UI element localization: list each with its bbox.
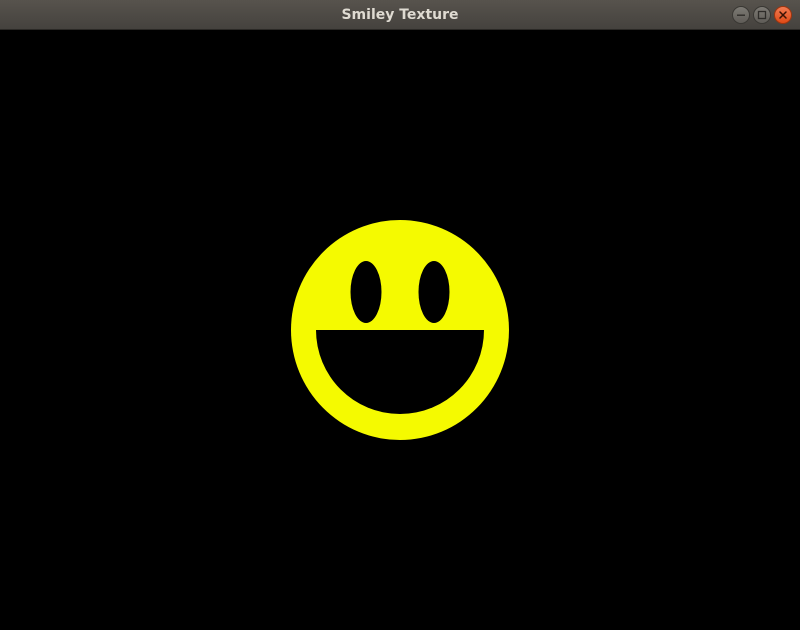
minimize-icon (737, 14, 745, 16)
title-bar[interactable]: Smiley Texture (0, 0, 800, 30)
close-icon (779, 11, 787, 19)
app-window: Smiley Texture (0, 0, 800, 630)
maximize-icon (757, 10, 767, 20)
smiley-face-icon (291, 220, 509, 440)
maximize-button[interactable] (753, 6, 771, 24)
smiley-left-eye (350, 261, 382, 323)
minimize-button[interactable] (732, 6, 750, 24)
smiley-right-eye (418, 261, 450, 323)
render-canvas[interactable] (0, 30, 800, 630)
window-title: Smiley Texture (341, 7, 459, 23)
window-controls (732, 6, 792, 24)
close-button[interactable] (774, 6, 792, 24)
